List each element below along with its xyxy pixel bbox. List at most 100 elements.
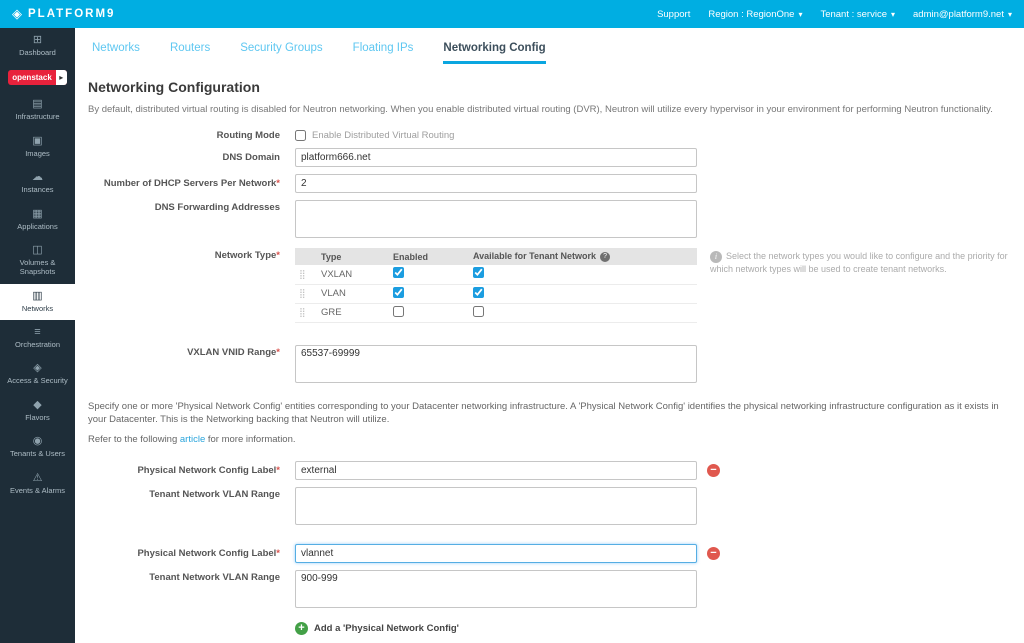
remove-config-button[interactable]: − [707,547,720,560]
dns-forwarding-label: DNS Forwarding Addresses [88,200,295,213]
network-type-row-vxlan: ⣿ VXLAN [295,265,697,284]
dns-forwarding-row: DNS Forwarding Addresses [88,200,1010,238]
type-column-header: Type [317,248,389,265]
sidebar-item-flavors[interactable]: ◆ Flavors [0,393,75,429]
network-type-row-vlan: ⣿ VLAN [295,284,697,303]
gre-available-checkbox[interactable] [473,306,484,317]
add-physical-config-label: Add a 'Physical Network Config' [314,623,459,634]
sidebar-item-label: Events & Alarms [10,486,65,495]
drag-handle-icon[interactable]: ⣿ [299,269,306,279]
handle-column-header [295,248,317,265]
sidebar-item-tenants-users[interactable]: ◉ Tenants & Users [0,429,75,465]
openstack-label: openstack [8,73,56,82]
vxlan-range-textarea[interactable]: 65537-69999 [295,345,697,383]
tab-networking-config[interactable]: Networking Config [443,42,545,64]
sidebar-item-label: Flavors [25,413,50,422]
network-type-row: Network Type* Type Enabled Available for… [88,248,1010,323]
orchestration-icon: ≡ [34,326,40,338]
physical-config-label: Physical Network Config Label* [88,548,295,559]
sidebar-item-volumes-snapshots[interactable]: ◫ Volumes & Snapshots [0,238,75,284]
platform9-logo-icon: ◈ [12,6,22,22]
sidebar-item-label: Instances [21,185,53,194]
vxlan-range-label: VXLAN VNID Range* [88,345,295,358]
sidebar-item-applications[interactable]: ▦ Applications [0,202,75,238]
security-icon: ◈ [33,362,41,374]
dns-forwarding-textarea[interactable] [295,200,697,238]
routing-mode-label: Routing Mode [88,130,295,141]
sidebar-item-infrastructure[interactable]: ▤ Infrastructure [0,92,75,128]
tab-routers[interactable]: Routers [170,42,210,64]
user-label: admin@platform9.net [913,9,1004,20]
dhcp-servers-input[interactable] [295,174,697,193]
infrastructure-icon: ▤ [32,98,42,110]
sidebar-item-access-security[interactable]: ◈ Access & Security [0,356,75,392]
flavors-icon: ◆ [33,399,41,411]
support-link[interactable]: Support [657,9,690,20]
sidebar-item-orchestration[interactable]: ≡ Orchestration [0,320,75,356]
dns-domain-row: DNS Domain [88,148,1010,167]
physical-config-2-range-textarea[interactable]: 900-999 [295,570,697,608]
tab-bar: Networks Routers Security Groups Floatin… [88,36,1010,64]
article-link[interactable]: article [180,434,205,445]
vlan-available-checkbox[interactable] [473,287,484,298]
sidebar-item-instances[interactable]: ☁ Instances [0,165,75,201]
users-icon: ◉ [33,435,43,447]
sidebar-item-networks[interactable]: ▥ Networks [0,284,75,320]
sidebar-item-images[interactable]: ▣ Images [0,129,75,165]
dhcp-servers-row: Number of DHCP Servers Per Network* [88,174,1010,193]
networks-icon: ▥ [32,290,42,302]
physical-config-1-input[interactable] [295,461,697,480]
sidebar: ⊞ Dashboard openstack ▸ ▤ Infrastructure… [0,28,75,643]
network-type-row-gre: ⣿ GRE [295,303,697,322]
network-type-name: VXLAN [317,265,389,284]
vxlan-enabled-checkbox[interactable] [393,267,404,278]
routing-mode-row: Routing Mode Enable Distributed Virtual … [88,130,1010,141]
question-mark-icon[interactable]: ? [600,252,610,262]
networking-config-form: Routing Mode Enable Distributed Virtual … [88,130,1010,643]
chevron-right-icon: ▸ [56,70,67,85]
openstack-badge: openstack ▸ [8,70,67,85]
dashboard-icon: ⊞ [33,34,42,46]
tab-networks[interactable]: Networks [92,42,140,64]
region-label: Region : RegionOne [708,9,794,20]
user-menu[interactable]: admin@platform9.net▾ [913,9,1012,20]
tenant-menu[interactable]: Tenant : service ▾ [820,9,895,20]
volumes-icon: ◫ [32,244,42,256]
topbar-menu: Support Region : RegionOne▾ Tenant : ser… [657,9,1012,20]
vlan-range-label: Tenant Network VLAN Range [88,487,295,500]
physical-config-1-range-textarea[interactable] [295,487,697,525]
required-mark: * [276,347,280,358]
vlan-enabled-checkbox[interactable] [393,287,404,298]
network-type-hint: iSelect the network types you would like… [710,248,1010,276]
vxlan-available-checkbox[interactable] [473,267,484,278]
dvr-checkbox[interactable] [295,130,306,141]
main-content: Networks Routers Security Groups Floatin… [75,28,1024,643]
sidebar-item-dashboard[interactable]: ⊞ Dashboard [0,28,75,64]
drag-handle-icon[interactable]: ⣿ [299,307,306,317]
tab-floating-ips[interactable]: Floating IPs [353,42,414,64]
sidebar-item-label: Images [25,149,50,158]
gre-enabled-checkbox[interactable] [393,306,404,317]
sidebar-item-label: Orchestration [15,340,60,349]
brand-name: PLATFORM9 [28,8,115,20]
sidebar-item-label: Access & Security [7,376,67,385]
dns-domain-input[interactable] [295,148,697,167]
plus-icon: + [295,622,308,635]
applications-icon: ▦ [32,208,42,220]
sidebar-item-label: Applications [17,222,57,231]
instances-icon: ☁ [32,171,43,183]
images-icon: ▣ [32,135,42,147]
page-description: By default, distributed virtual routing … [88,104,1010,115]
drag-handle-icon[interactable]: ⣿ [299,288,306,298]
add-physical-config-button[interactable]: + Add a 'Physical Network Config' [295,622,1010,635]
network-type-table: Type Enabled Available for Tenant Networ… [295,248,697,323]
tab-security-groups[interactable]: Security Groups [240,42,322,64]
caret-down-icon: ▾ [891,10,895,19]
physical-config-2-input[interactable] [295,544,697,563]
sidebar-item-events-alarms[interactable]: ⚠ Events & Alarms [0,466,75,502]
dvr-checkbox-label: Enable Distributed Virtual Routing [312,130,454,141]
remove-config-button[interactable]: − [707,464,720,477]
tenant-label: Tenant : service [820,9,887,20]
sidebar-item-openstack[interactable]: openstack ▸ [0,64,75,92]
region-menu[interactable]: Region : RegionOne▾ [708,9,802,20]
